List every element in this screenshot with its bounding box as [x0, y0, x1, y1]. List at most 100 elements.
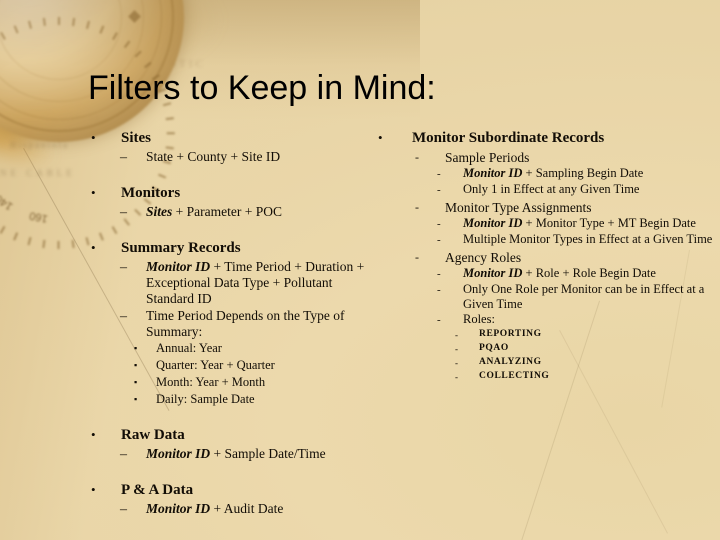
bullet-marker-icon: -	[437, 184, 441, 196]
right-bullet-column: • Monitor Subordinate Records - Sample Peri…	[375, 128, 715, 384]
bullet-label: COLLECTING	[479, 370, 715, 383]
bullet-level2: – Monitor ID + Sample Date/Time	[114, 446, 383, 463]
bullet-level2: - Monitor Type Assignments	[405, 199, 715, 216]
bullet-text-run: P & A Data	[121, 482, 194, 498]
bullet-label: Monitor ID + Sampling Begin Date	[463, 166, 715, 181]
bullet-text-run: REPORTING	[479, 329, 542, 339]
bullet-text-run: + Role + Role Begin Date	[522, 266, 656, 280]
bullet-level1: • Sites	[88, 128, 383, 148]
bullet-text-run: Monitors	[121, 185, 181, 201]
bullet-text-run: State + County + Site ID	[146, 149, 281, 164]
bullet-level2: – State + County + Site ID	[114, 149, 383, 166]
bullet-level2: – Time Period Depends on the Type of Summ…	[114, 308, 383, 340]
bullet-marker-icon: -	[437, 314, 441, 326]
bullet-level3: - Monitor ID + Monitor Type + MT Begin Da…	[427, 216, 715, 232]
bullet-label: Sample Periods	[445, 149, 715, 166]
bullet-marker-icon: –	[120, 150, 127, 165]
bullet-label: Monitor ID + Role + Role Begin Date	[463, 266, 715, 281]
bullet-label: Annual: Year	[156, 340, 383, 356]
bullet-label: Quarter: Year + Quarter	[156, 357, 383, 373]
bullet-level3: - Monitor ID + Role + Role Begin Date	[427, 266, 715, 282]
bullet-text-run: Month: Year + Month	[156, 375, 266, 389]
bullet-marker-icon: -	[415, 150, 419, 164]
bullet-text-run: Sample Periods	[445, 150, 530, 165]
bullet-level2: – Monitor ID + Time Period + Duration + E…	[114, 259, 383, 307]
bullet-level3: ▪ Daily: Sample Date	[130, 391, 383, 408]
bullet-level2: - Sample Periods	[405, 149, 715, 166]
bullet-marker-icon: ▪	[134, 360, 138, 370]
bullet-text-run: Roles:	[463, 312, 495, 326]
bullet-marker-icon: -	[437, 268, 441, 280]
bullet-label: Month: Year + Month	[156, 374, 383, 390]
bullet-label: State + County + Site ID	[146, 149, 383, 165]
bullet-marker-icon: –	[120, 309, 127, 324]
emphasis-term: Monitor ID	[463, 266, 523, 280]
bullet-text-run: + Audit Date	[210, 501, 284, 516]
bullet-text-run: + Parameter + POC	[172, 204, 282, 219]
bullet-text-run: Only 1 in Effect at any Given Time	[463, 182, 640, 196]
emphasis-term: Monitor ID	[146, 446, 211, 461]
bullet-marker-icon: -	[455, 330, 458, 340]
compass-tick-icon	[165, 117, 175, 120]
bullet-marker-icon: ▪	[134, 377, 138, 387]
bullet-label: Raw Data	[121, 425, 383, 445]
bullet-label: Monitor Subordinate Records	[412, 128, 715, 148]
bullet-marker-icon: -	[437, 284, 441, 296]
bullet-label: Only 1 in Effect at any Given Time	[463, 182, 715, 197]
bullet-label: Monitor ID + Audit Date	[146, 501, 383, 517]
emphasis-term: Monitor ID	[463, 166, 523, 180]
bullet-level1: • Monitors	[88, 183, 383, 203]
presentation-slide: Caribbean Hispaniola NE CABLE ATLANTIC 1…	[0, 0, 720, 540]
bullet-label: Only One Role per Monitor can be in Effe…	[463, 282, 715, 312]
bullet-text-run: Monitor Subordinate Records	[412, 130, 605, 146]
bullet-marker-icon: -	[437, 218, 441, 230]
bullet-label: REPORTING	[479, 328, 715, 341]
bullet-text-run: + Monitor Type + MT Begin Date	[522, 216, 696, 230]
bullet-label: Summary Records	[121, 238, 383, 258]
emphasis-term: Monitor ID	[146, 501, 211, 516]
bullet-text-run: COLLECTING	[479, 371, 550, 381]
bullet-label: ANALYZING	[479, 356, 715, 369]
bullet-text-run: Annual: Year	[156, 341, 222, 355]
bullet-text-run: Quarter: Year + Quarter	[156, 358, 275, 372]
bullet-label: PQAO	[479, 342, 715, 355]
bullet-label: Monitor Type Assignments	[445, 199, 715, 216]
bullet-text-run: Time Period Depends on the Type of Summa…	[146, 308, 345, 339]
bullet-text-run: PQAO	[479, 343, 509, 353]
bullet-marker-icon: –	[120, 205, 127, 220]
bullet-level1: • P & A Data	[88, 480, 383, 500]
bullet-marker-icon: •	[91, 427, 96, 442]
bullet-label: Roles:	[463, 312, 715, 327]
left-bullet-column: • Sites – State + County + Site ID • Monitors…	[88, 128, 383, 518]
bullet-level3: ▪ Month: Year + Month	[130, 374, 383, 391]
bullet-label: Agency Roles	[445, 249, 715, 266]
bullet-marker-icon: –	[120, 447, 127, 462]
bullet-marker-icon: -	[455, 358, 458, 368]
bullet-marker-icon: ▪	[134, 343, 138, 353]
slide-title: Filters to Keep in Mind:	[88, 69, 436, 107]
bullet-text-run: Summary Records	[121, 240, 241, 256]
bullet-marker-icon: ▪	[134, 394, 138, 404]
bullet-level3: ▪ Annual: Year	[130, 340, 383, 357]
emphasis-term: Sites	[146, 204, 173, 219]
bullet-marker-icon: -	[437, 168, 441, 180]
bullet-marker-icon: •	[378, 130, 383, 145]
bullet-level2: – Sites + Parameter + POC	[114, 204, 383, 221]
bullet-level3: - Multiple Monitor Types in Effect at a G…	[427, 232, 715, 248]
bullet-label: Monitor ID + Time Period + Duration + Ex…	[146, 259, 383, 307]
bullet-label: Monitors	[121, 183, 383, 203]
bullet-text-run: ANALYZING	[479, 357, 542, 367]
bullet-label: P & A Data	[121, 480, 383, 500]
bullet-level3: - Roles:	[427, 312, 715, 328]
bullet-level4: - PQAO	[441, 342, 715, 356]
bullet-label: Multiple Monitor Types in Effect at a Gi…	[463, 232, 715, 247]
bullet-marker-icon: -	[415, 250, 419, 264]
bullet-level3: - Only 1 in Effect at any Given Time	[427, 182, 715, 198]
bullet-marker-icon: •	[91, 482, 96, 497]
emphasis-term: Monitor ID	[463, 216, 523, 230]
bullet-text-run: Sites	[121, 130, 151, 146]
bullet-level1: • Monitor Subordinate Records	[375, 128, 715, 148]
bullet-label: Daily: Sample Date	[156, 391, 383, 407]
